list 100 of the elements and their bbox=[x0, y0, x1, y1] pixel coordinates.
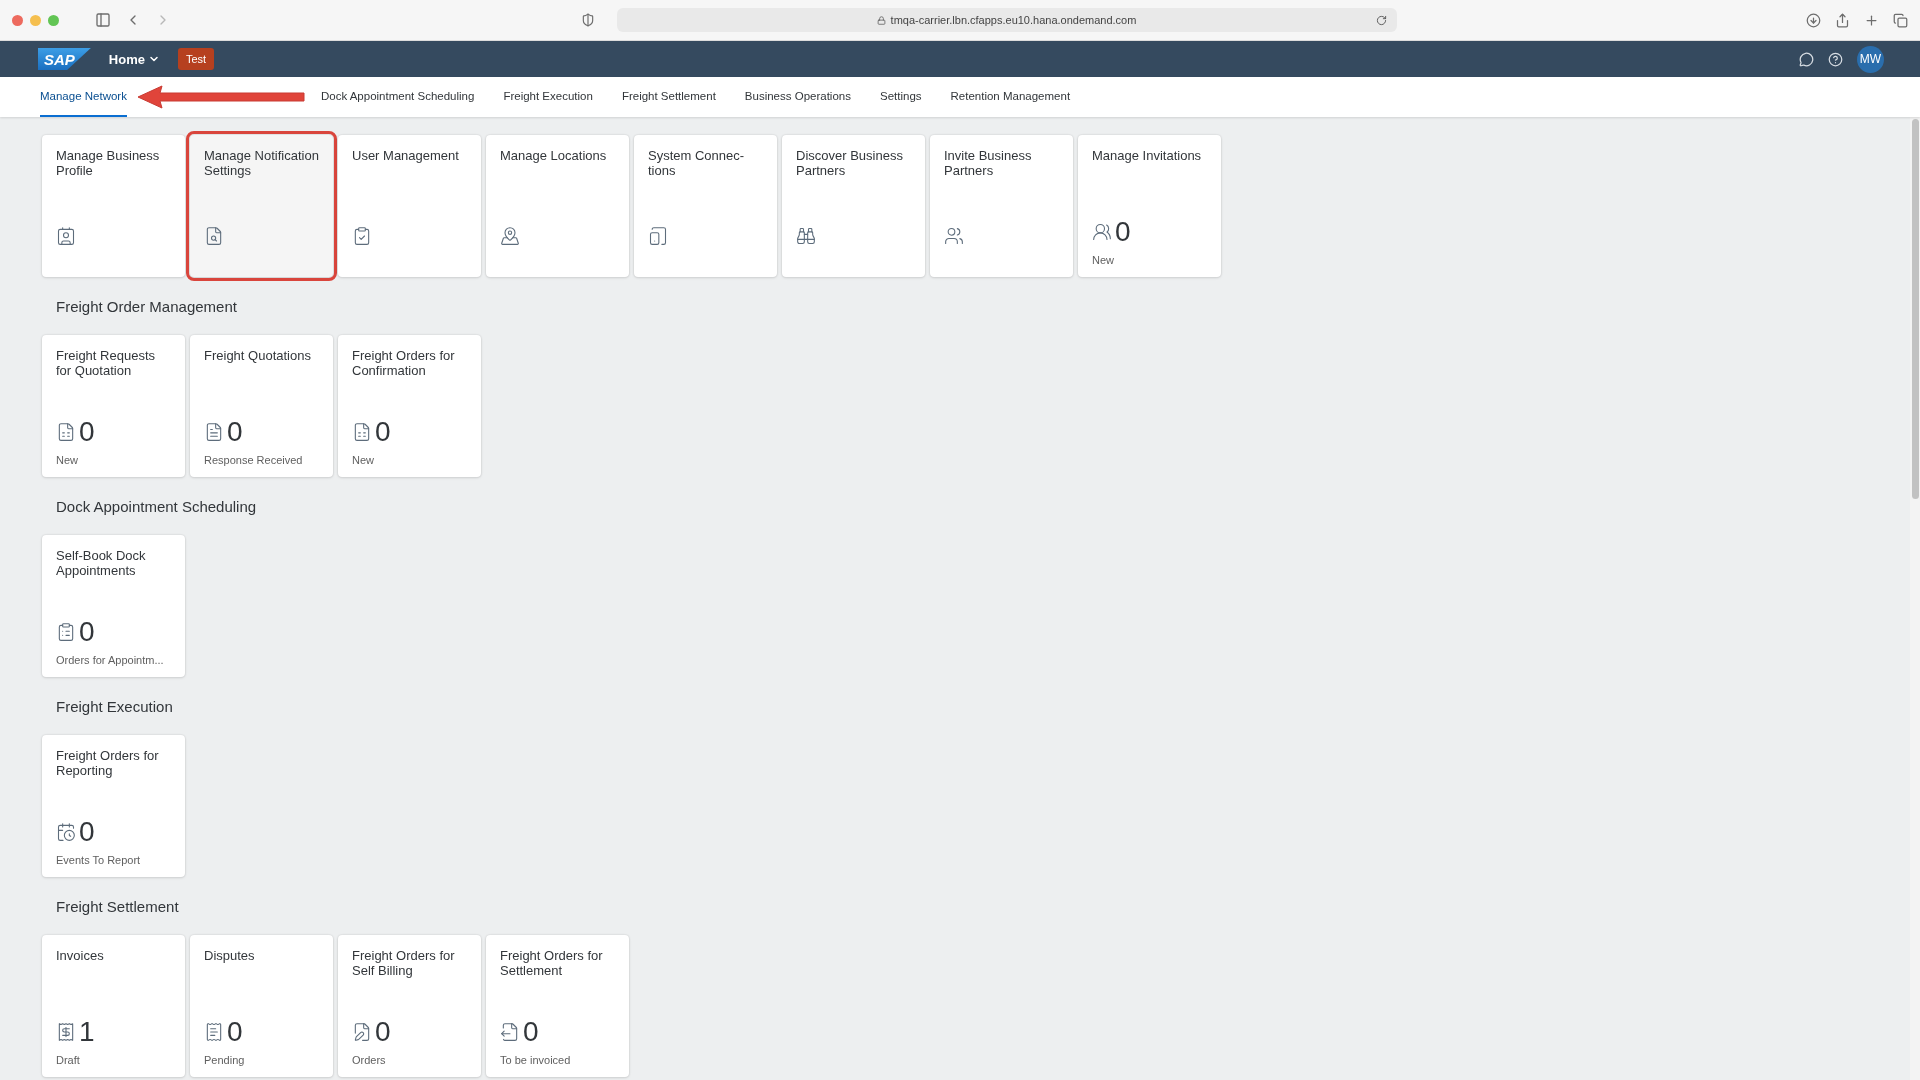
url-text: tmqa-carrier.lbn.cfapps.eu10.hana.ondemand.com bbox=[890, 14, 1137, 26]
tile-title: Disputes bbox=[204, 948, 256, 963]
tile-title: Freight Orders for Reporting bbox=[56, 748, 160, 778]
app-tile[interactable]: Invite Business Partners bbox=[930, 135, 1073, 277]
app-tile[interactable]: Disputes 0 Pending bbox=[190, 935, 333, 1077]
tab[interactable]: Retention Management bbox=[950, 77, 1071, 117]
scroll-thumb[interactable] bbox=[1911, 119, 1919, 499]
tile-count: 0 bbox=[79, 418, 95, 446]
calendar-clock-icon bbox=[56, 822, 76, 842]
tab[interactable]: Freight Execution bbox=[503, 77, 593, 117]
tile-status: New bbox=[56, 454, 79, 467]
clipboard-check-icon bbox=[352, 226, 372, 246]
help-icon[interactable] bbox=[1828, 51, 1843, 67]
tile-title: Discover Business Partners bbox=[796, 148, 904, 178]
tile-title: User Management bbox=[352, 148, 460, 163]
app-tile[interactable]: Manage Business Profile bbox=[42, 135, 185, 277]
group-title: Freight Settlement bbox=[55, 896, 180, 917]
app-tile[interactable]: Freight Quotations 0 Response Received bbox=[190, 335, 333, 477]
app-tile[interactable]: Freight Requests for Quotation 0 New bbox=[42, 335, 185, 477]
tab[interactable]: Freight Settlement bbox=[621, 77, 716, 117]
document-icon bbox=[204, 422, 224, 442]
tile-title: Freight Orders for Confirmation bbox=[352, 348, 456, 378]
tile-count: 1 bbox=[79, 1018, 95, 1046]
plus-icon[interactable] bbox=[1864, 12, 1879, 28]
tile-count: 0 bbox=[79, 818, 95, 846]
zoom-dot-icon[interactable] bbox=[48, 14, 59, 26]
app-tile[interactable]: Freight Orders for Settlement 0 To be invoiced bbox=[486, 935, 629, 1077]
app-tile[interactable]: Freight Orders for Self Billing 0 Orders bbox=[338, 935, 481, 1077]
sidebar-icon[interactable] bbox=[95, 12, 111, 28]
tile-count: 0 bbox=[227, 1018, 243, 1046]
tab[interactable]: Dock Appointment Scheduling bbox=[320, 77, 475, 117]
tile-status: Events To Report bbox=[56, 854, 142, 867]
tabs-icon[interactable] bbox=[1893, 12, 1908, 28]
tile-count: 0 bbox=[79, 618, 95, 646]
minimize-dot-icon[interactable] bbox=[30, 14, 41, 26]
document-list-icon bbox=[352, 422, 372, 442]
tile-title: Freight Orders for Settlement bbox=[500, 948, 604, 978]
app-tile[interactable]: Invoices 1 Draft bbox=[42, 935, 185, 1077]
app-tile[interactable]: System Connec-tions bbox=[634, 135, 777, 277]
tile-status: New bbox=[1092, 254, 1115, 267]
shield-icon[interactable] bbox=[580, 13, 595, 27]
tile-count: 0 bbox=[375, 1018, 391, 1046]
tile-title: Freight Orders for Self Billing bbox=[352, 948, 456, 978]
tile-title: Manage Invitations bbox=[1092, 148, 1203, 163]
document-search-icon bbox=[204, 226, 224, 246]
tab[interactable]: Business Operations bbox=[744, 77, 851, 117]
app-tile[interactable]: User Management bbox=[338, 135, 481, 277]
app-tile[interactable]: Manage Locations bbox=[486, 135, 629, 277]
receipt-icon bbox=[56, 1022, 76, 1042]
tile-status: To be invoiced bbox=[500, 1054, 572, 1067]
tile-status: Orders bbox=[352, 1054, 387, 1067]
tile-title: Manage Locations bbox=[500, 148, 608, 163]
receipt-text-icon bbox=[204, 1022, 224, 1042]
tile-status: Draft bbox=[56, 1054, 81, 1067]
tile-count: 0 bbox=[1115, 218, 1131, 246]
tile-title: Freight Quotations bbox=[204, 348, 312, 363]
app-tile[interactable]: Manage Invitations 0 New bbox=[1078, 135, 1221, 277]
people-icon bbox=[944, 226, 964, 246]
person-card-icon bbox=[56, 226, 76, 246]
tile-status: Orders for Appointm... bbox=[56, 654, 165, 667]
tile-status: Response Received bbox=[204, 454, 304, 467]
devices-icon bbox=[648, 226, 668, 246]
tile-title: Invoices bbox=[56, 948, 105, 963]
map-pin-icon bbox=[500, 226, 520, 246]
tile-count: 0 bbox=[523, 1018, 539, 1046]
group-title: Freight Execution bbox=[55, 696, 174, 717]
app-tile[interactable]: Freight Orders for Reporting 0 Events To Report bbox=[42, 735, 185, 877]
group-title: Dock Appointment Scheduling bbox=[55, 496, 258, 517]
reload-icon[interactable] bbox=[1375, 14, 1387, 26]
tile-title: Manage Business Profile bbox=[56, 148, 161, 178]
tile-title: System Connec-tions bbox=[648, 148, 746, 178]
lock-icon bbox=[876, 15, 886, 25]
home-menu[interactable]: Home bbox=[104, 51, 164, 67]
tile-title: Manage Notification Settings bbox=[204, 148, 319, 178]
tile-count: 0 bbox=[227, 418, 243, 446]
people-icon bbox=[1092, 222, 1112, 242]
tile-status: Pending bbox=[204, 1054, 246, 1067]
tile-title: Invite Business Partners bbox=[944, 148, 1033, 178]
tile-title: Freight Requests for Quotation bbox=[56, 348, 156, 378]
avatar[interactable]: MW bbox=[1857, 45, 1884, 73]
tab[interactable]: Settings bbox=[879, 77, 922, 117]
tab[interactable]: Manage Network bbox=[40, 77, 127, 117]
app-tile[interactable]: Freight Orders for Confirmation 0 New bbox=[338, 335, 481, 477]
group-title: Freight Order Management bbox=[55, 296, 238, 317]
logo[interactable]: SAP bbox=[38, 48, 91, 70]
tile-status: New bbox=[352, 454, 375, 467]
clipboard-list-icon bbox=[56, 622, 76, 642]
binoculars-icon bbox=[796, 226, 816, 246]
app-tile[interactable]: Self-Book Dock Appointments 0 Orders for Appointm... bbox=[42, 535, 185, 677]
tile-title: Self-Book Dock Appointments bbox=[56, 548, 147, 578]
download-icon[interactable] bbox=[1806, 12, 1821, 28]
document-pen-icon bbox=[352, 1022, 372, 1042]
app-tile[interactable]: Discover Business Partners bbox=[782, 135, 925, 277]
document-list-icon bbox=[56, 422, 76, 442]
tile-count: 0 bbox=[375, 418, 391, 446]
close-dot-icon[interactable] bbox=[12, 14, 23, 26]
scrollbar[interactable] bbox=[1910, 117, 1920, 1080]
chat-icon[interactable] bbox=[1799, 51, 1814, 67]
address-bar[interactable]: tmqa-carrier.lbn.cfapps.eu10.hana.ondemand.com bbox=[616, 8, 1397, 32]
share-icon[interactable] bbox=[1835, 12, 1850, 28]
